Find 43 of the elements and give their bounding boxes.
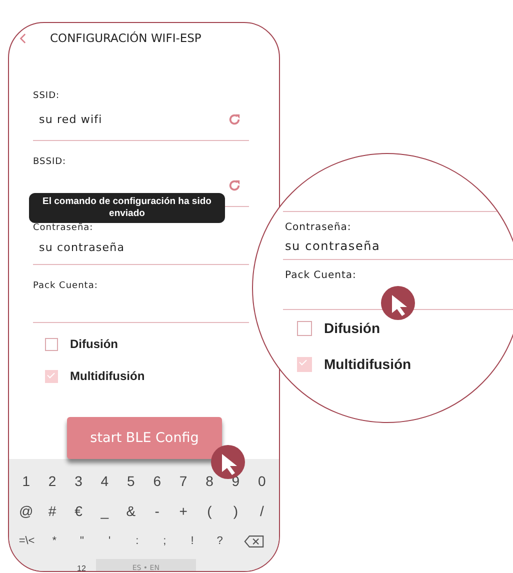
keyboard-key[interactable]: 1 bbox=[13, 473, 40, 489]
field-label: SSID: bbox=[33, 91, 60, 101]
keyboard-key[interactable]: ? bbox=[206, 535, 234, 547]
keyboard-key[interactable]: " bbox=[68, 535, 96, 547]
field-label: Contraseña: bbox=[285, 222, 352, 233]
field-label: Pack Cuenta: bbox=[285, 270, 358, 281]
keyboard-key[interactable]: 7 bbox=[170, 473, 196, 489]
keyboard-key[interactable]: * bbox=[40, 535, 68, 547]
keyboard-key[interactable]: - bbox=[144, 503, 170, 519]
keyboard-key[interactable]: ) bbox=[222, 503, 249, 519]
checkbox-label: Multidifusión bbox=[70, 369, 145, 383]
keyboard-key[interactable]: ; bbox=[150, 535, 178, 547]
keyboard-key[interactable]: 4 bbox=[92, 473, 118, 489]
keyboard-key[interactable]: 0 bbox=[248, 473, 275, 489]
keyboard-key[interactable]: =\< bbox=[13, 535, 41, 547]
checkbox-label: Difusión bbox=[324, 320, 380, 336]
keyboard-key[interactable]: @ bbox=[13, 503, 40, 519]
field-label: Contraseña: bbox=[33, 223, 94, 233]
field-label: BSSID: bbox=[33, 157, 66, 167]
keyboard-key[interactable]: # bbox=[39, 503, 66, 519]
keyboard-key[interactable]: 6 bbox=[144, 473, 170, 489]
keyboard-key[interactable]: 3 bbox=[65, 473, 92, 489]
keyboard-key[interactable]: 12 bbox=[77, 564, 86, 571]
input-field[interactable]: su contraseña bbox=[33, 234, 249, 265]
field-label: Pack Cuenta: bbox=[33, 281, 98, 291]
field-value: su contraseña bbox=[285, 239, 382, 253]
keyboard-key[interactable]: _ bbox=[92, 503, 118, 519]
keyboard-key[interactable]: ' bbox=[96, 535, 124, 547]
keyboard-key[interactable]: € bbox=[65, 503, 92, 519]
keyboard-key[interactable]: ( bbox=[196, 503, 223, 519]
keyboard-key[interactable]: & bbox=[118, 503, 144, 519]
keyboard-key[interactable]: 8 bbox=[196, 473, 223, 489]
checkbox-label: Multidifusión bbox=[324, 356, 412, 372]
keyboard-key[interactable]: : bbox=[123, 535, 151, 547]
screen-title: CONFIGURACIÓN WIFI-ESP bbox=[50, 31, 202, 45]
config-toast: El comando de configuración ha sido enviado bbox=[29, 193, 225, 223]
keyboard-key[interactable]: + bbox=[170, 503, 196, 519]
input-field[interactable]: su red wifi bbox=[33, 102, 249, 141]
keyboard-key[interactable]: ! bbox=[178, 535, 206, 547]
keyboard-key[interactable]: / bbox=[248, 503, 275, 519]
checkbox-label: Difusión bbox=[70, 337, 118, 351]
keyboard-key[interactable]: 5 bbox=[118, 473, 144, 489]
keyboard-key[interactable]: 2 bbox=[39, 473, 66, 489]
